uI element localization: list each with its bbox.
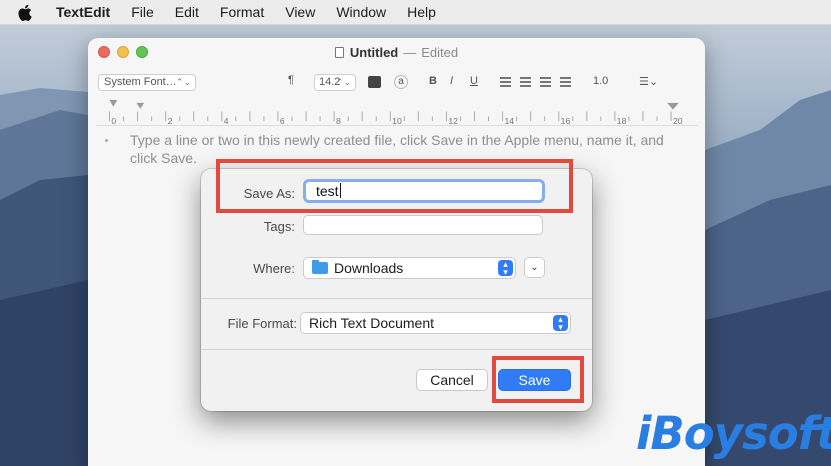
- chevron-down-icon: ⌄: [530, 262, 539, 273]
- menu-format[interactable]: Format: [220, 4, 264, 20]
- menu-window[interactable]: Window: [336, 4, 386, 20]
- menu-edit[interactable]: Edit: [175, 4, 199, 20]
- expand-dialog-button[interactable]: ⌄: [524, 257, 545, 278]
- menu-app-name[interactable]: TextEdit: [56, 4, 110, 20]
- dialog-divider: [201, 349, 592, 350]
- apple-icon[interactable]: [18, 4, 38, 21]
- file-format-value: Rich Text Document: [309, 315, 435, 331]
- dialog-divider: [201, 298, 592, 299]
- menu-bar: TextEdit File Edit Format View Window He…: [0, 0, 831, 25]
- chevron-updown-icon: ▴ ▾: [553, 315, 568, 332]
- watermark-logo: iBoysoft: [636, 407, 831, 460]
- menu-file[interactable]: File: [131, 4, 154, 20]
- file-format-select[interactable]: Rich Text Document ▴ ▾: [300, 312, 571, 334]
- where-label: Where:: [253, 261, 295, 276]
- file-format-label: File Format:: [227, 316, 297, 331]
- where-select[interactable]: Downloads ▴ ▾: [303, 257, 516, 279]
- highlight-box-save-button: [492, 356, 584, 403]
- folder-icon: [312, 260, 328, 274]
- where-value: Downloads: [334, 260, 404, 276]
- cancel-button[interactable]: Cancel: [416, 369, 488, 391]
- tags-input[interactable]: [303, 215, 543, 235]
- menu-view[interactable]: View: [285, 4, 315, 20]
- menu-help[interactable]: Help: [407, 4, 436, 20]
- chevron-updown-icon: ▴ ▾: [498, 260, 513, 277]
- tags-label: Tags:: [263, 219, 295, 234]
- highlight-box-save-as: [216, 159, 573, 213]
